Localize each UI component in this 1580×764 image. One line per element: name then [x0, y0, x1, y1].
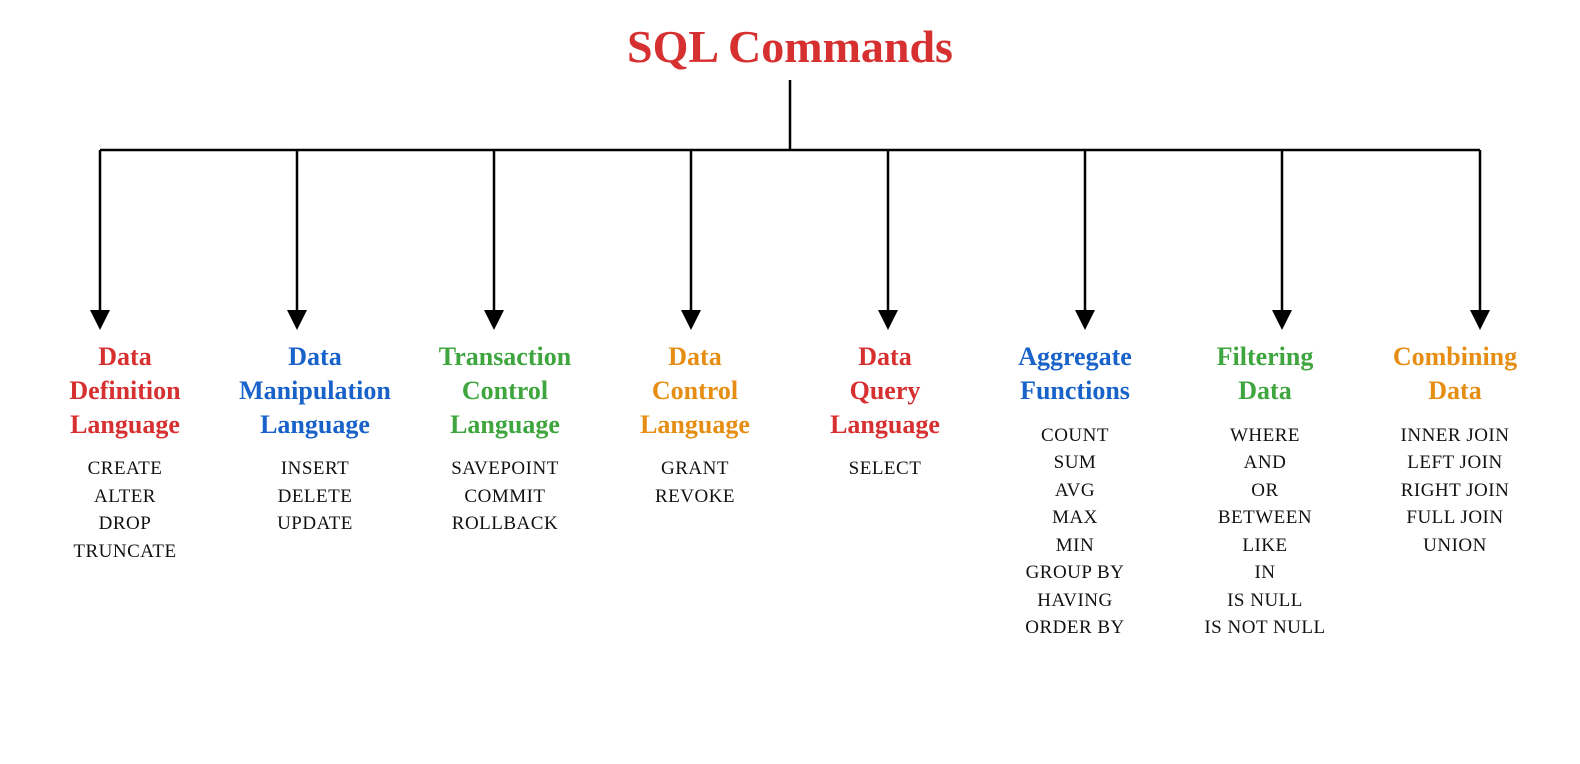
command-item: FULL JOIN	[1401, 504, 1510, 532]
category-dcl: Data Control Language GRANT REVOKE	[600, 340, 790, 510]
label-line: Control	[640, 374, 750, 408]
command-item: AND	[1204, 449, 1325, 477]
command-list: SAVEPOINT COMMIT ROLLBACK	[451, 455, 559, 538]
command-item: INSERT	[277, 455, 353, 483]
diagram-title: SQL Commands	[627, 20, 953, 73]
label-line: Functions	[1018, 374, 1132, 408]
label-line: Language	[69, 408, 180, 442]
label-line: Control	[439, 374, 571, 408]
command-list: COUNT SUM AVG MAX MIN GROUP BY HAVING OR…	[1025, 422, 1125, 642]
label-line: Combining	[1393, 340, 1517, 374]
command-item: HAVING	[1025, 587, 1125, 615]
command-list: CREATE ALTER DROP TRUNCATE	[73, 455, 176, 565]
category-dml: Data Manipulation Language INSERT DELETE…	[220, 340, 410, 538]
label-line: Data	[830, 340, 940, 374]
categories-row: Data Definition Language CREATE ALTER DR…	[0, 340, 1580, 642]
command-item: COMMIT	[451, 483, 559, 511]
category-label: Combining Data	[1393, 340, 1517, 408]
label-line: Manipulation	[239, 374, 391, 408]
category-filtering: Filtering Data WHERE AND OR BETWEEN LIKE…	[1170, 340, 1360, 642]
command-item: GROUP BY	[1025, 559, 1125, 587]
label-line: Data	[1217, 374, 1314, 408]
command-item: SUM	[1025, 449, 1125, 477]
label-line: Transaction	[439, 340, 571, 374]
command-item: SAVEPOINT	[451, 455, 559, 483]
category-combining: Combining Data INNER JOIN LEFT JOIN RIGH…	[1360, 340, 1550, 559]
category-label: Data Control Language	[640, 340, 750, 441]
command-item: LIKE	[1204, 532, 1325, 560]
label-line: Query	[830, 374, 940, 408]
command-item: CREATE	[73, 455, 176, 483]
command-item: COUNT	[1025, 422, 1125, 450]
label-line: Data	[1393, 374, 1517, 408]
label-line: Definition	[69, 374, 180, 408]
command-item: ROLLBACK	[451, 510, 559, 538]
command-item: DELETE	[277, 483, 353, 511]
category-tcl: Transaction Control Language SAVEPOINT C…	[410, 340, 600, 538]
command-item: ALTER	[73, 483, 176, 511]
label-line: Data	[640, 340, 750, 374]
command-item: REVOKE	[655, 483, 735, 511]
command-item: DROP	[73, 510, 176, 538]
category-label: Data Manipulation Language	[239, 340, 391, 441]
command-item: LEFT JOIN	[1401, 449, 1510, 477]
command-list: GRANT REVOKE	[655, 455, 735, 510]
command-item: IS NULL	[1204, 587, 1325, 615]
command-item: MIN	[1025, 532, 1125, 560]
command-item: IS NOT NULL	[1204, 614, 1325, 642]
category-label: Filtering Data	[1217, 340, 1314, 408]
command-item: GRANT	[655, 455, 735, 483]
command-item: WHERE	[1204, 422, 1325, 450]
command-item: UNION	[1401, 532, 1510, 560]
label-line: Data	[239, 340, 391, 374]
command-item: AVG	[1025, 477, 1125, 505]
command-item: RIGHT JOIN	[1401, 477, 1510, 505]
label-line: Data	[69, 340, 180, 374]
category-label: Aggregate Functions	[1018, 340, 1132, 408]
category-label: Data Definition Language	[69, 340, 180, 441]
command-list: SELECT	[849, 455, 922, 483]
category-aggregate: Aggregate Functions COUNT SUM AVG MAX MI…	[980, 340, 1170, 642]
category-dql: Data Query Language SELECT	[790, 340, 980, 483]
command-item: SELECT	[849, 455, 922, 483]
category-label: Transaction Control Language	[439, 340, 571, 441]
command-item: MAX	[1025, 504, 1125, 532]
label-line: Language	[439, 408, 571, 442]
label-line: Filtering	[1217, 340, 1314, 374]
label-line: Language	[830, 408, 940, 442]
command-item: UPDATE	[277, 510, 353, 538]
command-item: BETWEEN	[1204, 504, 1325, 532]
command-item: ORDER BY	[1025, 614, 1125, 642]
command-item: IN	[1204, 559, 1325, 587]
command-item: TRUNCATE	[73, 538, 176, 566]
command-list: INNER JOIN LEFT JOIN RIGHT JOIN FULL JOI…	[1401, 422, 1510, 560]
category-ddl: Data Definition Language CREATE ALTER DR…	[30, 340, 220, 566]
category-label: Data Query Language	[830, 340, 940, 441]
label-line: Language	[640, 408, 750, 442]
command-item: OR	[1204, 477, 1325, 505]
command-list: WHERE AND OR BETWEEN LIKE IN IS NULL IS …	[1204, 422, 1325, 642]
command-list: INSERT DELETE UPDATE	[277, 455, 353, 538]
label-line: Language	[239, 408, 391, 442]
command-item: INNER JOIN	[1401, 422, 1510, 450]
label-line: Aggregate	[1018, 340, 1132, 374]
